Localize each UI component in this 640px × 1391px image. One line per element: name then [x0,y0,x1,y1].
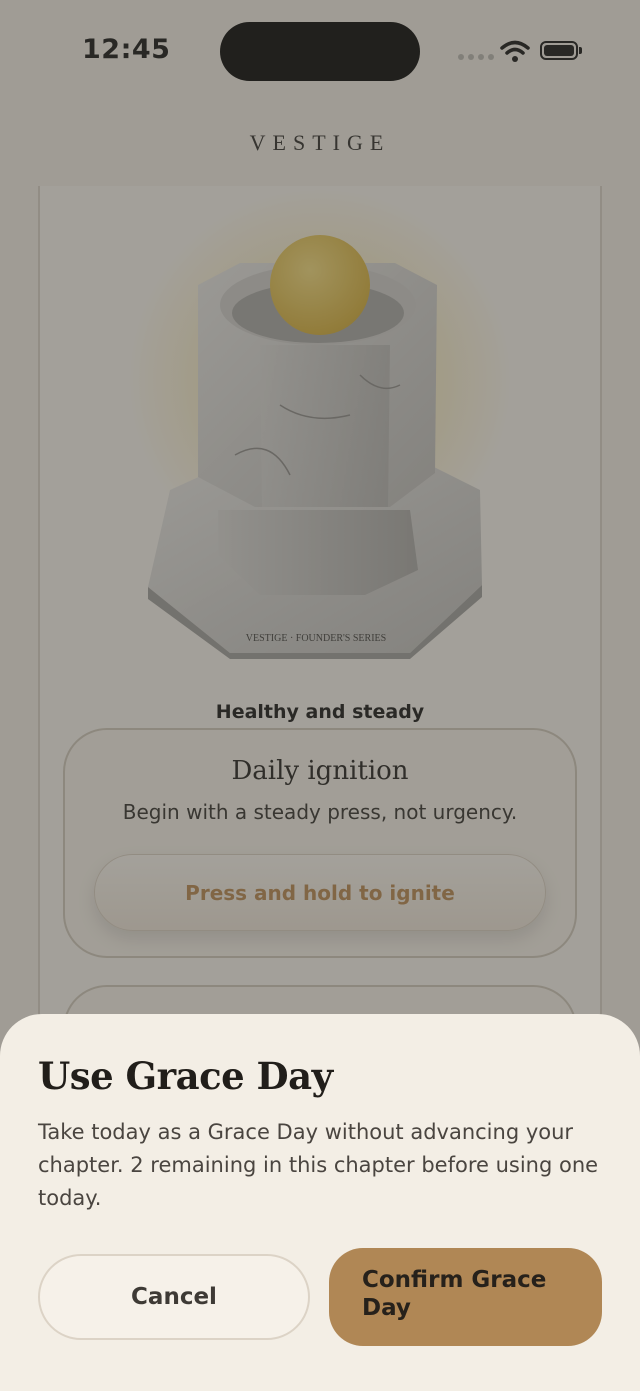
sheet-title: Use Grace Day [38,1054,333,1098]
sheet-description: Take today as a Grace Day without advanc… [38,1120,599,1210]
confirm-grace-day-button[interactable]: Confirm Grace Day [329,1248,602,1346]
cancel-button[interactable]: Cancel [38,1254,310,1340]
